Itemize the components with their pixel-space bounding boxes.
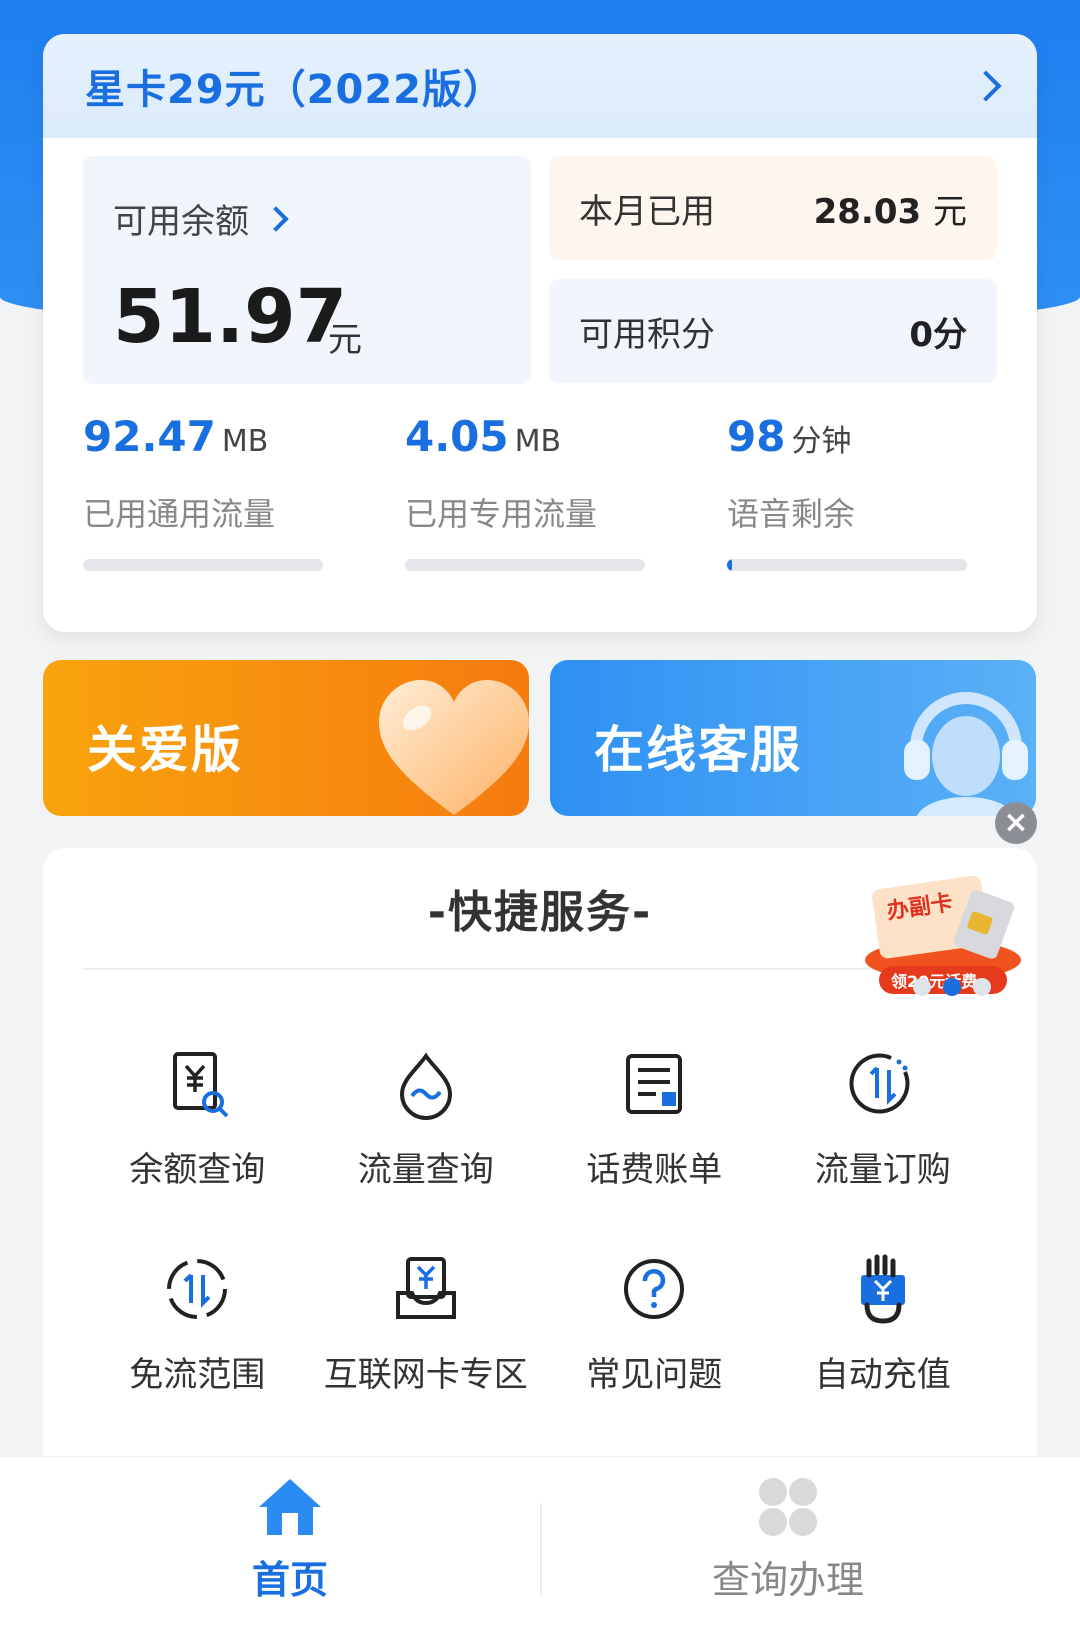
- monthly-used-value: 28.03 元: [814, 184, 967, 233]
- monthly-used-unit: 元: [933, 191, 967, 232]
- service-label: 互联网卡专区: [323, 1355, 528, 1395]
- points-box[interactable]: 可用积分 0分: [549, 279, 997, 383]
- care-version-banner[interactable]: 关爱版: [43, 660, 529, 816]
- home-icon: [259, 1479, 321, 1535]
- free-data-icon: [167, 1259, 228, 1319]
- progress-bar: [83, 559, 323, 571]
- service-label: 流量订购: [814, 1150, 951, 1190]
- tab-query[interactable]: 查询办理: [688, 1475, 888, 1604]
- service-label: 流量查询: [357, 1150, 494, 1190]
- tab-query-label: 查询办理: [711, 1558, 864, 1602]
- stat-voice-remaining[interactable]: 98 分钟 语音剩余: [727, 412, 967, 571]
- bottom-tab-bar: 首页 查询办理: [0, 1456, 1080, 1634]
- points-label: 可用积分: [579, 314, 715, 355]
- service-auto-recharge[interactable]: 自动充值: [769, 1253, 998, 1396]
- stat-label: 语音剩余: [727, 495, 856, 533]
- service-data-query[interactable]: 流量查询: [312, 1048, 541, 1191]
- service-banner-label: 在线客服: [594, 721, 802, 779]
- data-order-icon: [849, 1053, 910, 1114]
- stat-special-data[interactable]: 4.05 MB 已用专用流量: [405, 412, 645, 571]
- service-label: 免流范围: [129, 1355, 266, 1395]
- balance-unit: 元: [328, 320, 362, 360]
- plan-header[interactable]: 星卡29元（2022版）: [43, 34, 1037, 138]
- monthly-used-box[interactable]: 本月已用 28.03 元: [549, 156, 997, 260]
- stat-value: 4.05: [405, 412, 509, 461]
- stat-unit: MB: [514, 424, 562, 459]
- carousel-dot-active[interactable]: [943, 978, 961, 996]
- progress-bar: [727, 559, 967, 571]
- carousel-dots: [913, 978, 991, 996]
- balance-query-icon: [173, 1052, 229, 1118]
- service-balance-query[interactable]: 余额查询: [83, 1048, 312, 1191]
- carousel-dot[interactable]: [913, 978, 931, 996]
- plan-title: 星卡29元（2022版）: [85, 67, 504, 113]
- stat-unit: 分钟: [791, 424, 852, 459]
- service-bill[interactable]: 话费账单: [540, 1048, 769, 1191]
- care-banner-label: 关爱版: [87, 721, 243, 779]
- stat-label: 已用专用流量: [405, 495, 598, 533]
- stat-value: 92.47: [83, 412, 216, 461]
- monthly-used-label: 本月已用: [579, 191, 715, 232]
- points-value: 0分: [909, 314, 967, 355]
- service-free-data-range[interactable]: 免流范围: [83, 1253, 312, 1396]
- balance-box[interactable]: 可用余额 51.97 元: [83, 156, 531, 384]
- tab-separator: [540, 1503, 542, 1595]
- auto-recharge-icon: [860, 1254, 905, 1324]
- balance-value: 51.97: [113, 274, 348, 360]
- service-grid: 余额查询 流量查询 话费账单 流量订购 免流范围 互联网卡专区 常见问题 自动充…: [83, 1048, 997, 1396]
- internet-card-icon: [395, 1257, 456, 1319]
- stat-general-data[interactable]: 92.47 MB 已用通用流量: [83, 412, 323, 571]
- faq-icon: [624, 1259, 685, 1319]
- headset-icon: [904, 692, 1028, 816]
- stat-label: 已用通用流量: [83, 495, 276, 533]
- stat-value: 98: [727, 412, 786, 461]
- online-service-banner[interactable]: 在线客服: [550, 660, 1036, 816]
- balance-label-row: 可用余额: [113, 194, 289, 243]
- bill-icon: [626, 1054, 683, 1114]
- service-internet-card[interactable]: 互联网卡专区: [312, 1253, 541, 1396]
- tab-home-label: 首页: [251, 1558, 328, 1602]
- service-label: 话费账单: [586, 1150, 723, 1190]
- grid-icon: [759, 1478, 817, 1536]
- balance-label: 可用余额: [113, 202, 249, 242]
- data-query-icon: [399, 1052, 452, 1120]
- heart-icon: [379, 680, 529, 815]
- account-card: 星卡29元（2022版） 可用余额 51.97 元 本月已用 28.03 元 可…: [43, 34, 1037, 632]
- stat-unit: MB: [221, 424, 269, 459]
- tab-home[interactable]: 首页: [190, 1475, 390, 1604]
- progress-fill: [727, 559, 732, 571]
- service-faq[interactable]: 常见问题: [540, 1253, 769, 1396]
- service-label: 常见问题: [586, 1355, 723, 1395]
- service-label: 余额查询: [129, 1150, 266, 1190]
- carousel-dot[interactable]: [973, 978, 991, 996]
- service-data-order[interactable]: 流量订购: [769, 1048, 998, 1191]
- chevron-right-icon[interactable]: [263, 205, 289, 232]
- progress-bar: [405, 559, 645, 571]
- divider: [83, 968, 997, 970]
- monthly-used-amount: 28.03: [813, 191, 922, 232]
- chevron-right-icon[interactable]: [970, 70, 1002, 102]
- service-label: 自动充值: [814, 1355, 951, 1395]
- close-icon[interactable]: ×: [995, 802, 1037, 844]
